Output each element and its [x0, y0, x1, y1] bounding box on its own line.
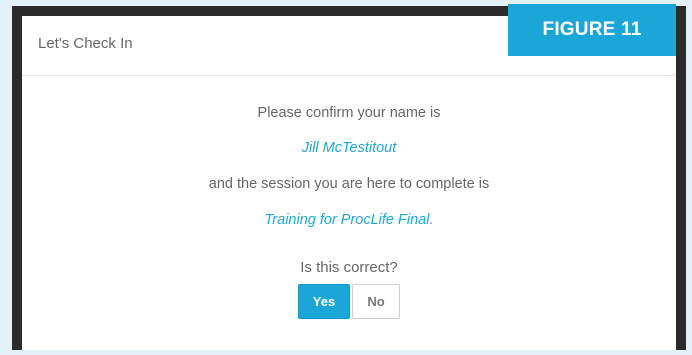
session-confirm-prompt: and the session you are here to complete…: [208, 176, 490, 192]
confirm-button-group: Yes No: [22, 284, 676, 319]
name-confirm-prompt: Please confirm your name is: [257, 105, 441, 121]
confirm-question: Is this correct?: [300, 259, 398, 276]
no-button[interactable]: No: [352, 284, 400, 319]
user-name: Jill McTestitout: [301, 140, 397, 156]
session-name: Training for ProcLife Final.: [264, 212, 434, 228]
check-in-dialog: Let's Check In Please confirm your name …: [22, 16, 676, 350]
dialog-title: Let's Check In: [38, 35, 133, 52]
figure-label-badge: FIGURE 11: [508, 4, 676, 56]
yes-button[interactable]: Yes: [298, 284, 350, 319]
